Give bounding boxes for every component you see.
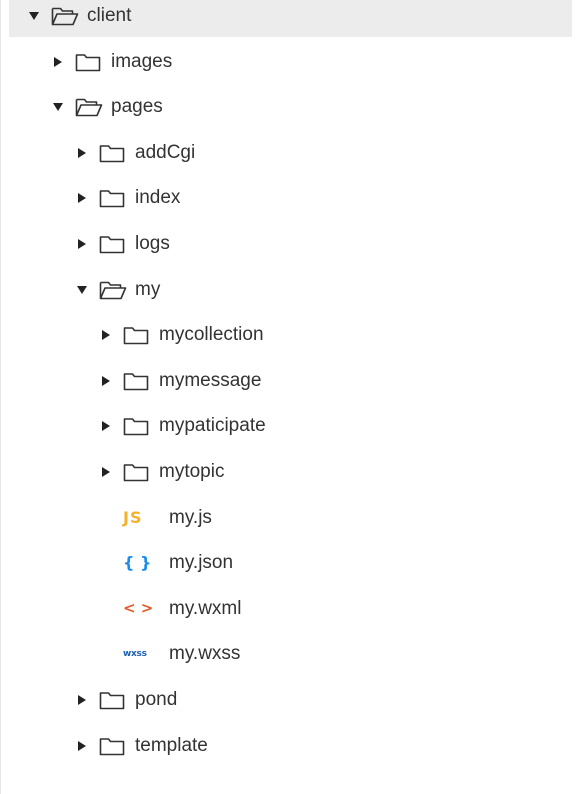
tree-folder-mytopic[interactable]: mytopic [9, 451, 572, 493]
tree-folder-pages[interactable]: pages [9, 86, 572, 128]
folder-icon [99, 142, 127, 164]
tree-folder-mypaticipate[interactable]: mypaticipate [9, 405, 572, 447]
tree-file-my-json[interactable]: { } my.json [9, 542, 572, 584]
tree-folder-my[interactable]: my [9, 269, 572, 311]
tree-item-label: mymessage [159, 369, 262, 391]
folder-open-icon [51, 5, 79, 27]
folder-open-icon [75, 96, 103, 118]
tree-item-label: my.wxss [169, 643, 241, 665]
caret-right-icon[interactable] [75, 693, 89, 707]
tree-item-label: my.json [169, 552, 234, 574]
folder-icon [123, 415, 151, 437]
tree-item-label: mycollection [159, 324, 264, 346]
folder-icon [123, 461, 151, 483]
tree-item-label: logs [135, 233, 170, 254]
tree-item-label: mytopic [159, 461, 225, 482]
tree-folder-mycollection[interactable]: mycollection [9, 314, 572, 356]
caret-right-icon[interactable] [51, 55, 65, 69]
caret-right-icon[interactable] [75, 191, 89, 205]
tree-folder-client[interactable]: client [9, 0, 572, 37]
caret-down-icon[interactable] [51, 100, 65, 114]
tree-item-label: client [87, 5, 132, 26]
tree-file-my-wxml[interactable]: < > my.wxml [9, 588, 572, 630]
tree-item-label: my.wxml [169, 597, 242, 619]
tree-folder-addCgi[interactable]: addCgi [9, 132, 572, 174]
tree-folder-pond[interactable]: pond [9, 679, 572, 721]
tree-folder-mymessage[interactable]: mymessage [9, 360, 572, 402]
caret-right-icon[interactable] [75, 739, 89, 753]
folder-icon [99, 187, 127, 209]
tree-item-label: my.js [169, 506, 212, 528]
folder-icon [99, 689, 127, 711]
caret-right-icon[interactable] [99, 374, 113, 388]
caret-right-icon[interactable] [99, 465, 113, 479]
tree-item-label: pond [135, 689, 178, 710]
caret-right-icon[interactable] [99, 419, 113, 433]
tree-item-label: addCgi [135, 141, 196, 163]
wxml-file-icon: < > [123, 599, 154, 618]
caret-down-icon[interactable] [75, 283, 89, 297]
caret-down-icon[interactable] [27, 9, 41, 23]
folder-icon [75, 51, 103, 73]
tree-folder-logs[interactable]: logs [9, 223, 572, 265]
folder-open-icon [99, 279, 127, 301]
folder-icon [123, 370, 151, 392]
tree-item-label: mypaticipate [159, 415, 266, 437]
tree-item-label: template [135, 734, 208, 756]
tree-item-label: pages [111, 96, 163, 118]
folder-icon [99, 233, 127, 255]
tree-item-label: index [135, 187, 181, 209]
tree-file-my-wxss[interactable]: wxss my.wxss [9, 633, 572, 675]
folder-icon [123, 324, 151, 346]
caret-right-icon[interactable] [75, 146, 89, 160]
tree-file-my-js[interactable]: JS my.js [9, 497, 572, 539]
tree-item-label: images [111, 50, 173, 72]
tree-folder-images[interactable]: images [9, 41, 572, 83]
folder-icon [99, 735, 127, 757]
wxss-file-icon: wxss [123, 648, 147, 659]
file-explorer-tree: client images pages addCgi index logs my mycoll… [0, 0, 579, 794]
js-file-icon: JS [123, 507, 143, 527]
tree-folder-index[interactable]: index [9, 177, 572, 219]
tree-item-label: my [135, 278, 161, 300]
json-file-icon: { } [123, 553, 152, 573]
caret-right-icon[interactable] [75, 237, 89, 251]
caret-right-icon[interactable] [99, 328, 113, 342]
tree-folder-template[interactable]: template [9, 725, 572, 767]
